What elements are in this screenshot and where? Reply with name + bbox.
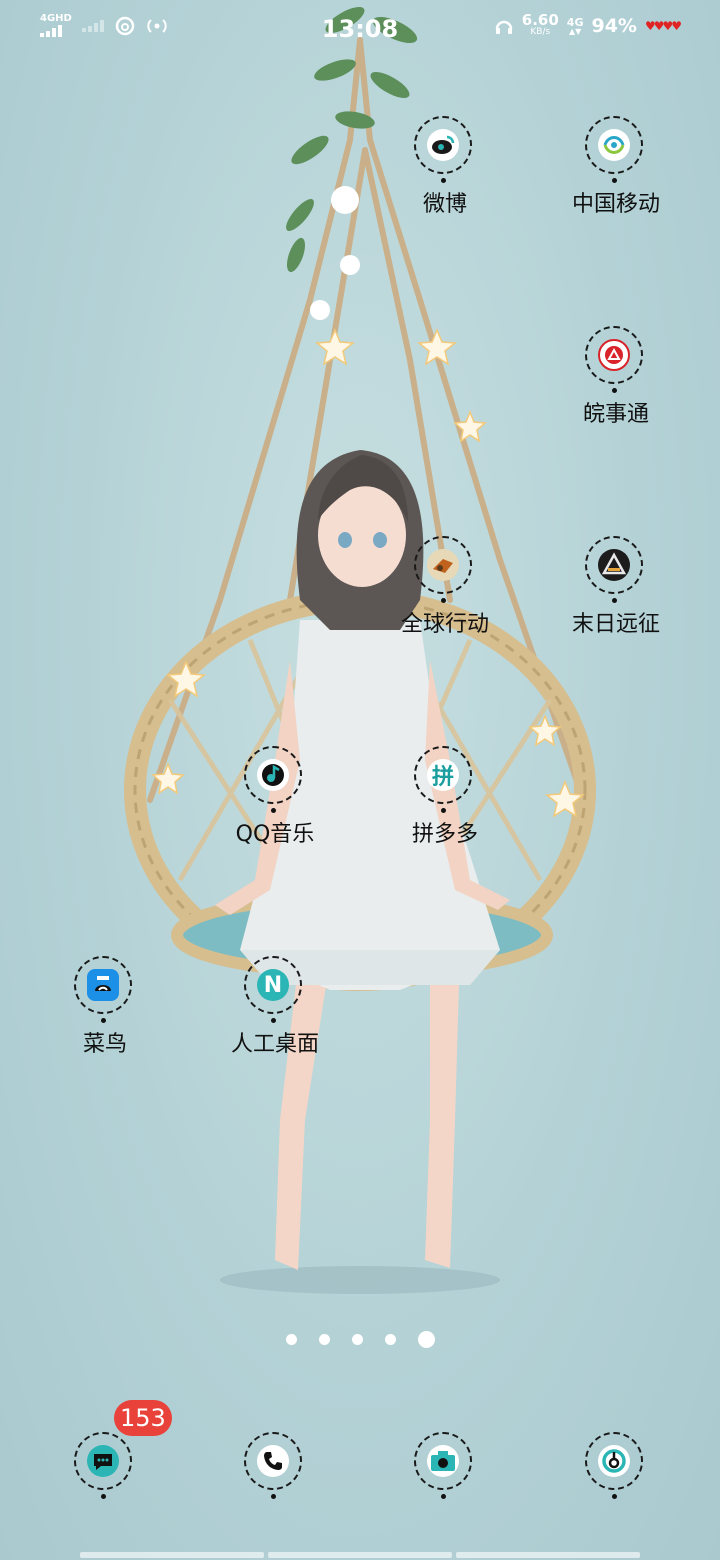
app-label: 中国移动 bbox=[571, 192, 660, 217]
app-weibo[interactable]: 微博 bbox=[360, 112, 530, 218]
wanshitong-icon bbox=[598, 339, 630, 371]
dock-phone[interactable] bbox=[190, 1428, 360, 1500]
app-qq-music[interactable]: QQ音乐 bbox=[190, 742, 360, 848]
dock-camera[interactable] bbox=[360, 1428, 530, 1500]
app-pinduoduo[interactable]: 拼 拼多多 bbox=[360, 742, 530, 848]
app-doomsday[interactable]: 末日远征 bbox=[531, 532, 701, 638]
app-label: 微博 bbox=[422, 192, 467, 217]
app-label: 皖事通 bbox=[582, 402, 649, 427]
network-speed-value: 6.60 bbox=[521, 11, 559, 29]
cainiao-icon bbox=[87, 969, 119, 1001]
weibo-icon bbox=[427, 129, 459, 161]
app-label: 菜鸟 bbox=[82, 1032, 127, 1057]
app-label: 全球行动 bbox=[400, 612, 489, 637]
netease-music-icon bbox=[598, 1445, 630, 1477]
dock-netease-music[interactable] bbox=[531, 1428, 701, 1500]
phone-icon bbox=[257, 1445, 289, 1477]
app-ai-desktop[interactable]: N 人工桌面 bbox=[190, 952, 360, 1058]
message-icon bbox=[87, 1445, 119, 1477]
china-mobile-icon bbox=[598, 129, 630, 161]
gesture-bar[interactable] bbox=[80, 1552, 640, 1558]
battery-percentage: 94% bbox=[591, 15, 637, 37]
pinduoduo-icon: 拼 bbox=[427, 759, 459, 791]
headphones-icon bbox=[495, 20, 513, 34]
battery-hearts-icon: ♥♥♥♥ bbox=[644, 19, 682, 33]
app-label: QQ音乐 bbox=[235, 822, 315, 847]
page-dot[interactable] bbox=[285, 1334, 297, 1345]
page-dot[interactable] bbox=[318, 1334, 330, 1345]
app-label: 拼多多 bbox=[411, 822, 478, 847]
dock-messages[interactable] bbox=[20, 1428, 190, 1500]
qq-music-icon bbox=[257, 759, 289, 791]
doomsday-icon bbox=[598, 549, 630, 581]
mobile-data-indicator: 4G ▲▼ bbox=[566, 15, 584, 36]
messages-unread-badge: 153 bbox=[114, 1400, 172, 1436]
status-bar: 4GHD 13:08 6.60 KB/s 4G ▲▼ 94% ♥♥♥♥ bbox=[0, 0, 720, 58]
network-speed: 6.60 KB/s bbox=[521, 11, 559, 38]
app-label: 人工桌面 bbox=[230, 1032, 319, 1057]
page-dot-active[interactable] bbox=[417, 1331, 435, 1348]
page-indicator[interactable] bbox=[0, 1331, 720, 1348]
app-global-action[interactable]: 全球行动 bbox=[360, 532, 530, 638]
camera-icon bbox=[427, 1445, 459, 1477]
page-dot[interactable] bbox=[351, 1334, 363, 1345]
page-dot[interactable] bbox=[384, 1334, 396, 1345]
network-speed-unit: KB/s bbox=[530, 27, 551, 37]
ai-desktop-icon: N bbox=[257, 969, 289, 1001]
app-wanshitong[interactable]: 皖事通 bbox=[531, 322, 701, 428]
app-china-mobile[interactable]: 中国移动 bbox=[531, 112, 701, 218]
app-cainiao[interactable]: 菜鸟 bbox=[20, 952, 190, 1058]
global-action-icon bbox=[427, 549, 459, 581]
app-label: 末日远征 bbox=[571, 612, 660, 637]
